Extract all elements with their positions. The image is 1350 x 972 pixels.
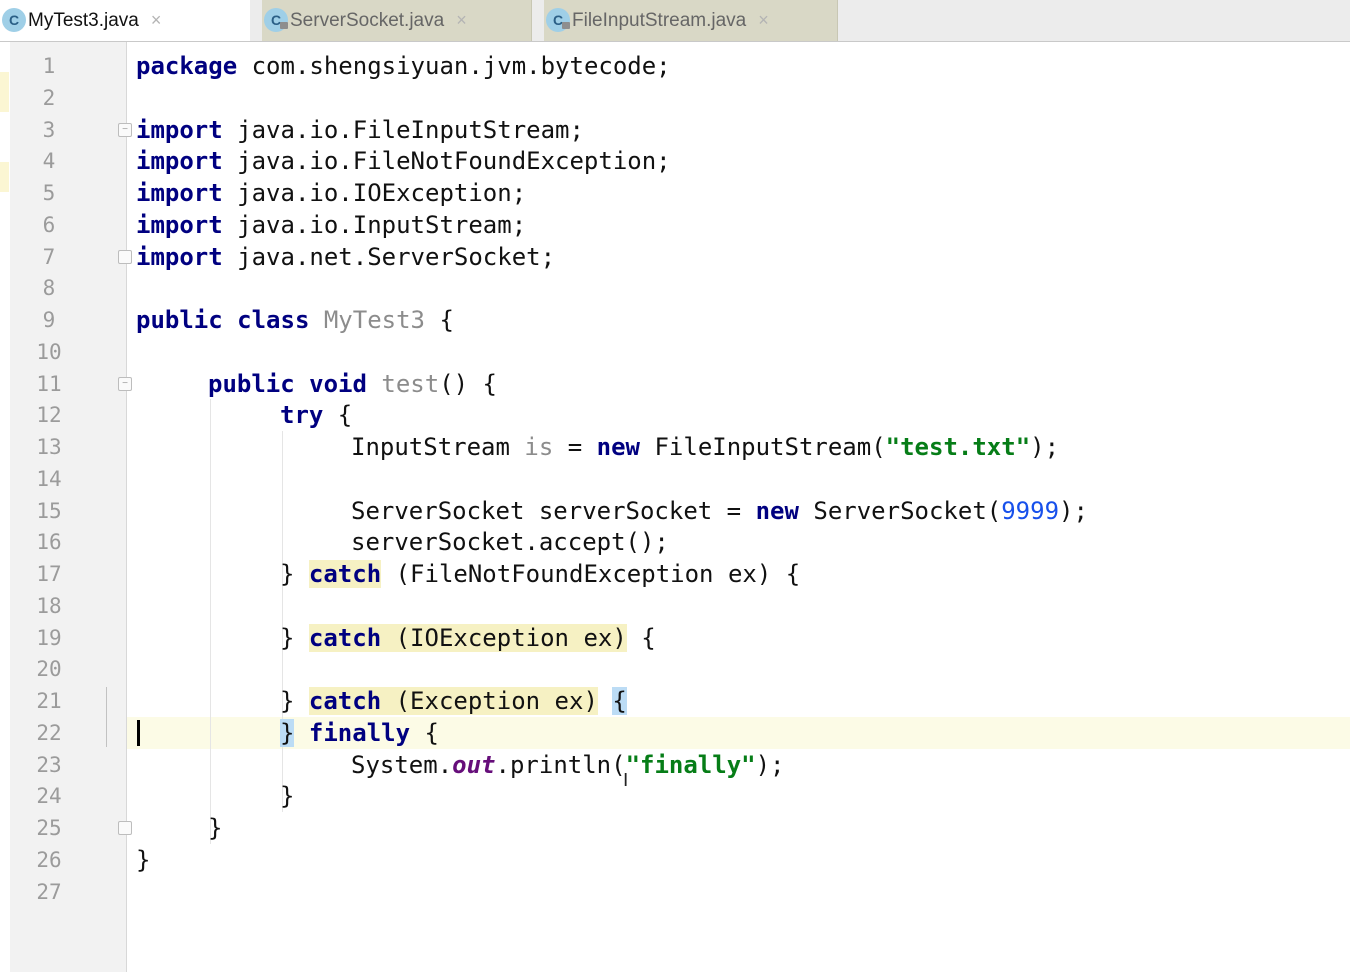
tab-serversocket[interactable]: C ServerSocket.java × — [262, 0, 532, 41]
code-line-26: } — [136, 846, 151, 874]
code-line-11: public void test() { — [208, 370, 497, 398]
line-number: 15 — [36, 499, 62, 523]
line-number: 12 — [36, 403, 62, 427]
left-edge-strip — [0, 42, 10, 972]
code-line-21: } catch (Exception ex) { — [280, 687, 627, 715]
code-line-4: import java.io.FileNotFoundException; — [136, 147, 671, 175]
code-line-19: } catch (IOException ex) { — [280, 624, 656, 652]
line-number: 9 — [42, 308, 56, 332]
line-number: 19 — [36, 626, 62, 650]
line-number: 3 — [42, 118, 56, 142]
text-caret — [137, 720, 140, 746]
line-number: 10 — [36, 340, 62, 364]
indent-guide — [210, 399, 211, 844]
close-tab-icon[interactable]: × — [456, 10, 467, 31]
line-number: 11 — [36, 372, 62, 396]
code-line-5: import java.io.IOException; — [136, 179, 527, 207]
line-number: 7 — [42, 245, 56, 269]
code-line-3: import java.io.FileInputStream; — [136, 116, 584, 144]
lock-icon — [562, 22, 570, 29]
change-marker — [106, 687, 107, 747]
tab-mytest3[interactable]: C MyTest3.java × — [0, 0, 250, 41]
code-line-15: ServerSocket serverSocket = new ServerSo… — [351, 497, 1088, 525]
line-number: 1 — [42, 54, 56, 78]
line-number: 21 — [36, 689, 62, 713]
tab-label: MyTest3.java — [28, 9, 139, 31]
line-number: 24 — [36, 784, 62, 808]
line-number: 4 — [42, 149, 56, 173]
tab-label: ServerSocket.java — [290, 9, 445, 31]
code-line-6: import java.io.InputStream; — [136, 211, 527, 239]
ibeam-cursor-icon: I — [623, 770, 629, 791]
line-number: 25 — [36, 816, 62, 840]
code-line-24: } — [280, 782, 295, 810]
line-number: 6 — [42, 213, 56, 237]
line-number-gutter[interactable]: 1 2 3 4 5 6 7 8 9 10 11 12 13 14 15 16 1… — [10, 42, 132, 972]
code-line-25: } — [208, 814, 223, 842]
edge-marker — [0, 72, 9, 112]
line-number: 2 — [42, 86, 56, 110]
line-number: 16 — [36, 530, 62, 554]
line-number: 26 — [36, 848, 62, 872]
class-file-icon: C — [2, 8, 26, 32]
code-line-13: InputStream is = new FileInputStream("te… — [351, 433, 1060, 461]
code-line-7: import java.net.ServerSocket; — [136, 243, 556, 271]
line-number: 18 — [36, 594, 62, 618]
code-line-16: serverSocket.accept(); — [351, 528, 669, 556]
line-number: 20 — [36, 657, 62, 681]
line-number: 8 — [42, 276, 56, 300]
code-line-1: package com.shengsiyuan.jvm.bytecode; — [136, 52, 671, 80]
code-line-9: public class MyTest3 { — [136, 306, 454, 334]
close-tab-icon[interactable]: × — [758, 10, 769, 31]
tab-fileinputstream[interactable]: C FileInputStream.java × — [544, 0, 838, 41]
code-line-23: System.out.println("finally"); — [351, 751, 785, 779]
line-number: 23 — [36, 753, 62, 777]
line-number: 17 — [36, 562, 62, 586]
line-number: 13 — [36, 435, 62, 459]
code-line-22: } finally { — [280, 719, 439, 747]
editor-tab-bar: C MyTest3.java × C ServerSocket.java × C… — [0, 0, 1350, 42]
code-line-12: try { — [280, 401, 353, 429]
line-number: 27 — [36, 880, 62, 904]
code-editor[interactable]: package com.shengsiyuan.jvm.bytecode; im… — [127, 42, 1350, 972]
close-tab-icon[interactable]: × — [151, 10, 162, 31]
code-line-17: } catch (FileNotFoundException ex) { — [280, 560, 801, 588]
line-number: 22 — [36, 721, 62, 745]
line-number: 14 — [36, 467, 62, 491]
tab-label: FileInputStream.java — [572, 9, 747, 31]
edge-marker — [0, 162, 9, 192]
line-number: 5 — [42, 181, 56, 205]
lock-icon — [280, 22, 288, 29]
